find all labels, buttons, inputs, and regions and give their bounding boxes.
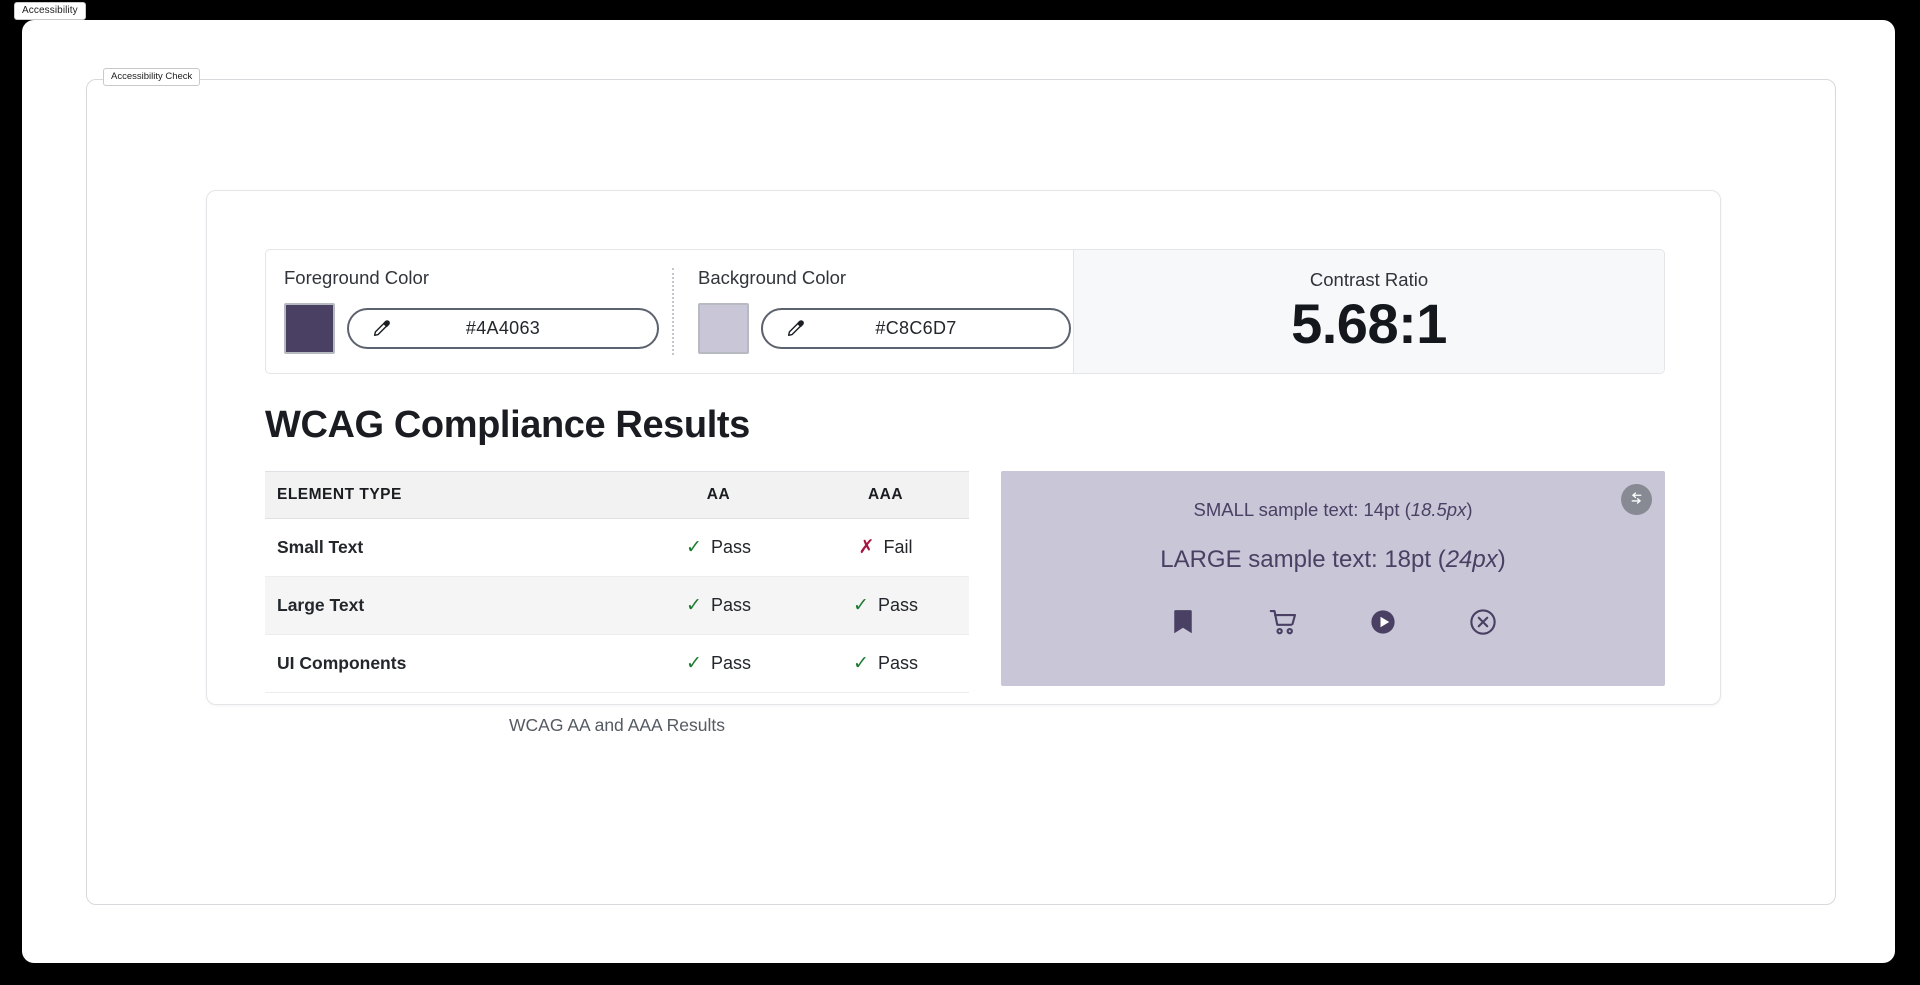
table-header-row: ELEMENT TYPE AA AAA [265, 471, 969, 519]
swap-colors-icon [1631, 492, 1642, 504]
preview-icon-row [1168, 607, 1498, 637]
row-aaa-label: Pass [877, 653, 918, 673]
contrast-ratio-value: 5.68:1 [1291, 291, 1447, 355]
bookmark-icon[interactable] [1168, 607, 1198, 637]
row-aaa-result: ✓ Pass [802, 576, 969, 635]
row-aa-label: Pass [710, 653, 751, 673]
row-aa-result: ✓ Pass [635, 518, 802, 577]
background-row: #C8C6D7 [698, 303, 1073, 354]
play-circle-icon[interactable] [1368, 607, 1398, 637]
contrast-ratio-pane: Contrast Ratio 5.68:1 [1073, 250, 1664, 373]
preview-small-prefix: SMALL sample text: 14pt ( [1193, 499, 1411, 520]
cross-icon: ✗ [858, 537, 875, 558]
region-tab[interactable]: Accessibility Check [103, 68, 201, 86]
row-aaa-label: Fail [883, 537, 913, 557]
row-aaa-result: ✓ Pass [802, 634, 969, 693]
foreground-color-label: Foreground Color [284, 267, 429, 288]
background-hex-input[interactable]: #C8C6D7 [761, 308, 1071, 349]
shopping-cart-icon[interactable] [1268, 607, 1298, 637]
screen-root: Accessibility Accessibility Check Foregr… [0, 0, 1920, 985]
row-aa-result: ✓ Pass [635, 634, 802, 693]
color-preview-panel: SMALL sample text: 14pt (18.5px) LARGE s… [1001, 471, 1665, 686]
check-icon: ✓ [686, 653, 702, 674]
background-swatch[interactable] [698, 303, 749, 354]
row-aaa-result: ✗ Fail [802, 518, 969, 577]
column-header-aa: AA [635, 471, 802, 519]
background-color-label: Background Color [698, 267, 847, 288]
accessibility-card: Foreground Color #4A4063 Background Colo… [206, 190, 1721, 735]
foreground-row: #4A4063 [284, 303, 672, 354]
row-aa-result: ✓ Pass [635, 576, 802, 635]
eyedropper-icon [787, 319, 804, 336]
preview-small-text: SMALL sample text: 14pt (18.5px) [1193, 497, 1472, 523]
check-icon: ✓ [853, 595, 869, 616]
contrast-ratio-label: Contrast Ratio [1309, 268, 1429, 290]
eyedropper-icon [373, 319, 390, 336]
preview-large-prefix: LARGE sample text: 18pt ( [1160, 546, 1446, 573]
swap-colors-button[interactable] [1621, 484, 1652, 515]
color-input-strip: Foreground Color #4A4063 Background Colo… [265, 249, 1665, 374]
table-row: Large Text ✓ Pass ✓ Pass [265, 576, 969, 635]
row-aa-label: Pass [710, 537, 751, 557]
window-tab[interactable]: Accessibility [14, 2, 86, 20]
preview-small-px: 18.5px [1410, 499, 1467, 520]
background-color-field: Background Color #C8C6D7 [674, 250, 1073, 373]
wcag-table-wrap: ELEMENT TYPE AA AAA Small Text ✓ Pass ✗ … [265, 471, 969, 736]
row-aa-label: Pass [710, 595, 751, 615]
accessibility-check-region: Accessibility Check Foreground Color #4A… [86, 68, 1836, 905]
column-header-aaa: AAA [802, 471, 969, 519]
results-row: ELEMENT TYPE AA AAA Small Text ✓ Pass ✗ … [265, 471, 1665, 736]
check-icon: ✓ [686, 537, 702, 558]
preview-large-px: 24px [1445, 546, 1498, 573]
page-title: WCAG Compliance Results [265, 404, 750, 446]
check-icon: ✓ [853, 653, 869, 674]
table-row: UI Components ✓ Pass ✓ Pass [265, 634, 969, 693]
close-circle-icon[interactable] [1468, 607, 1498, 637]
table-caption: WCAG AA and AAA Results [509, 715, 725, 735]
background-hex-value: #C8C6D7 [875, 318, 957, 338]
row-element-type: Small Text [265, 518, 635, 577]
preview-small-suffix: ) [1466, 499, 1473, 520]
foreground-color-field: Foreground Color #4A4063 [266, 250, 672, 373]
foreground-swatch[interactable] [284, 303, 335, 354]
page-panel: Accessibility Check Foreground Color #4A… [22, 20, 1895, 963]
wcag-results-table: ELEMENT TYPE AA AAA Small Text ✓ Pass ✗ … [265, 471, 969, 693]
preview-large-suffix: ) [1497, 546, 1506, 573]
table-row: Small Text ✓ Pass ✗ Fail [265, 518, 969, 577]
foreground-hex-value: #4A4063 [465, 318, 541, 338]
row-aaa-label: Pass [877, 595, 918, 615]
row-element-type: UI Components [265, 634, 635, 693]
column-header-element-type: ELEMENT TYPE [265, 471, 635, 519]
foreground-hex-input[interactable]: #4A4063 [347, 308, 659, 349]
row-element-type: Large Text [265, 576, 635, 635]
check-icon: ✓ [686, 595, 702, 616]
preview-large-text: LARGE sample text: 18pt (24px) [1160, 545, 1506, 575]
